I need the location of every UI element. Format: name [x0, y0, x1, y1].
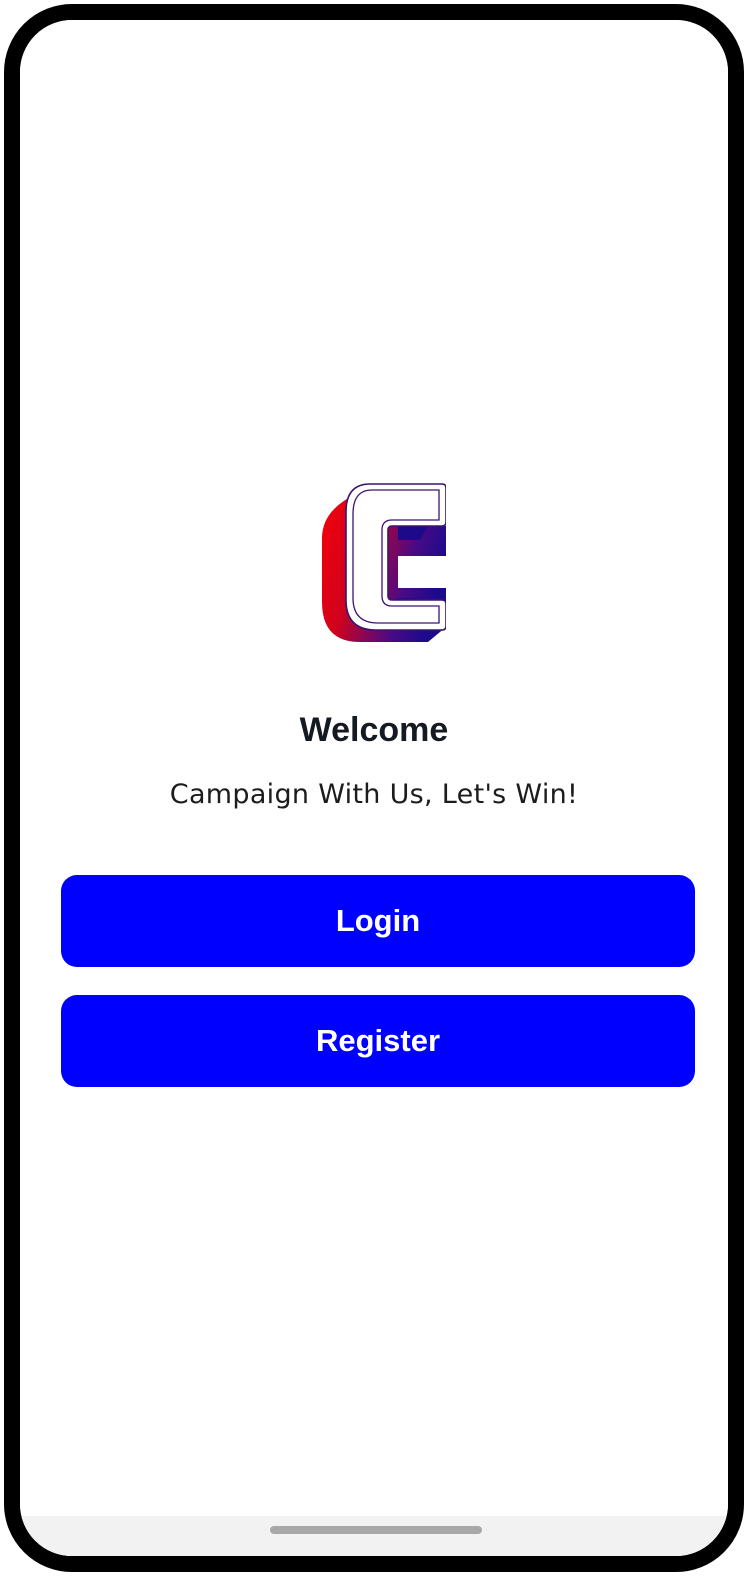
welcome-subtitle: Campaign With Us, Let's Win!: [169, 779, 579, 810]
login-button[interactable]: Login: [61, 875, 695, 967]
phone-frame: Welcome Campaign With Us, Let's Win! Log…: [4, 4, 744, 1572]
home-indicator-bar[interactable]: [270, 1526, 482, 1534]
register-button[interactable]: Register: [61, 995, 695, 1087]
welcome-title: Welcome: [299, 711, 449, 749]
system-navigation-bar: [20, 1516, 728, 1556]
campaign-c-logo-icon: [322, 483, 446, 642]
welcome-screen: Welcome Campaign With Us, Let's Win! Log…: [20, 20, 728, 1556]
